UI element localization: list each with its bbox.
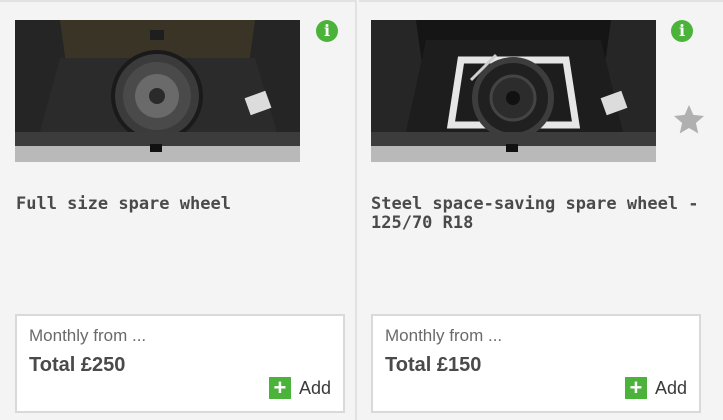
add-button-label: Add	[298, 377, 331, 398]
product-card-space-saver-spare: i Steel space-saving spare wheel - 125/7…	[359, 0, 723, 420]
star-icon[interactable]	[671, 102, 707, 138]
product-title: Full size spare wheel	[16, 194, 231, 214]
monthly-from-label: Monthly from ...	[385, 326, 503, 345]
price-box: Monthly from ... Total £250 + Add	[15, 314, 345, 413]
monthly-from-label: Monthly from ...	[29, 326, 147, 345]
total-price: Total £150	[385, 354, 482, 376]
plus-icon: +	[268, 377, 291, 399]
info-icon[interactable]: i	[316, 20, 338, 42]
price-box: Monthly from ... Total £150 + Add	[371, 314, 701, 413]
product-title: Steel space-saving spare wheel - 125/70 …	[371, 194, 699, 233]
accessory-grid: i Full size spare wheel Monthly from ...…	[0, 0, 723, 420]
product-card-full-size-spare: i Full size spare wheel Monthly from ...…	[0, 0, 357, 420]
boot-spare-wheel-image	[15, 20, 300, 162]
plus-icon: +	[624, 377, 647, 399]
product-image[interactable]	[371, 20, 656, 162]
info-icon[interactable]: i	[671, 20, 693, 42]
add-button[interactable]: + Add	[268, 376, 331, 400]
product-image[interactable]	[15, 20, 300, 162]
boot-space-saver-wheel-image	[371, 20, 656, 162]
total-price: Total £250	[29, 354, 126, 376]
add-button-label: Add	[654, 377, 687, 398]
add-button[interactable]: + Add	[624, 376, 687, 400]
